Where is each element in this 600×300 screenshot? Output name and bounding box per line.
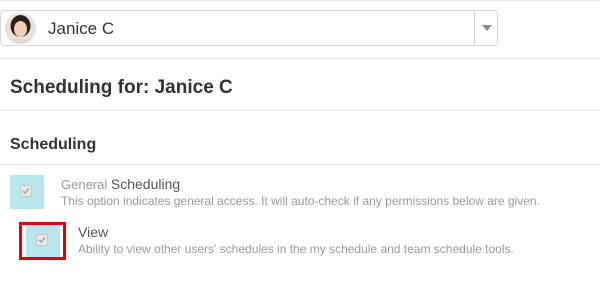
section-divider xyxy=(0,164,600,165)
title-divider xyxy=(0,110,600,111)
permission-description-view: Ability to view other users' schedules i… xyxy=(78,242,514,256)
section-title: Scheduling xyxy=(10,136,97,153)
user-avatar xyxy=(5,13,36,44)
permission-prefix: General xyxy=(61,177,108,192)
top-divider xyxy=(0,0,600,1)
dropdown-divider xyxy=(474,11,475,45)
user-selector-dropdown[interactable]: Janice C xyxy=(0,10,498,46)
user-name: Janice C xyxy=(48,19,115,38)
permission-name: View xyxy=(78,224,109,240)
page-title: Scheduling for: Janice C xyxy=(10,77,233,98)
scheduling-checkbox[interactable] xyxy=(10,175,44,209)
permission-name: Scheduling xyxy=(110,176,181,192)
chevron-down-icon[interactable] xyxy=(482,25,492,31)
header-divider xyxy=(0,58,600,59)
permission-description-scheduling: This option indicates general access. It… xyxy=(61,194,540,208)
permission-title-scheduling: General Scheduling xyxy=(61,176,180,193)
permission-title-view: View xyxy=(78,224,108,241)
checkmark-icon xyxy=(20,185,32,197)
highlight-box xyxy=(19,222,66,260)
